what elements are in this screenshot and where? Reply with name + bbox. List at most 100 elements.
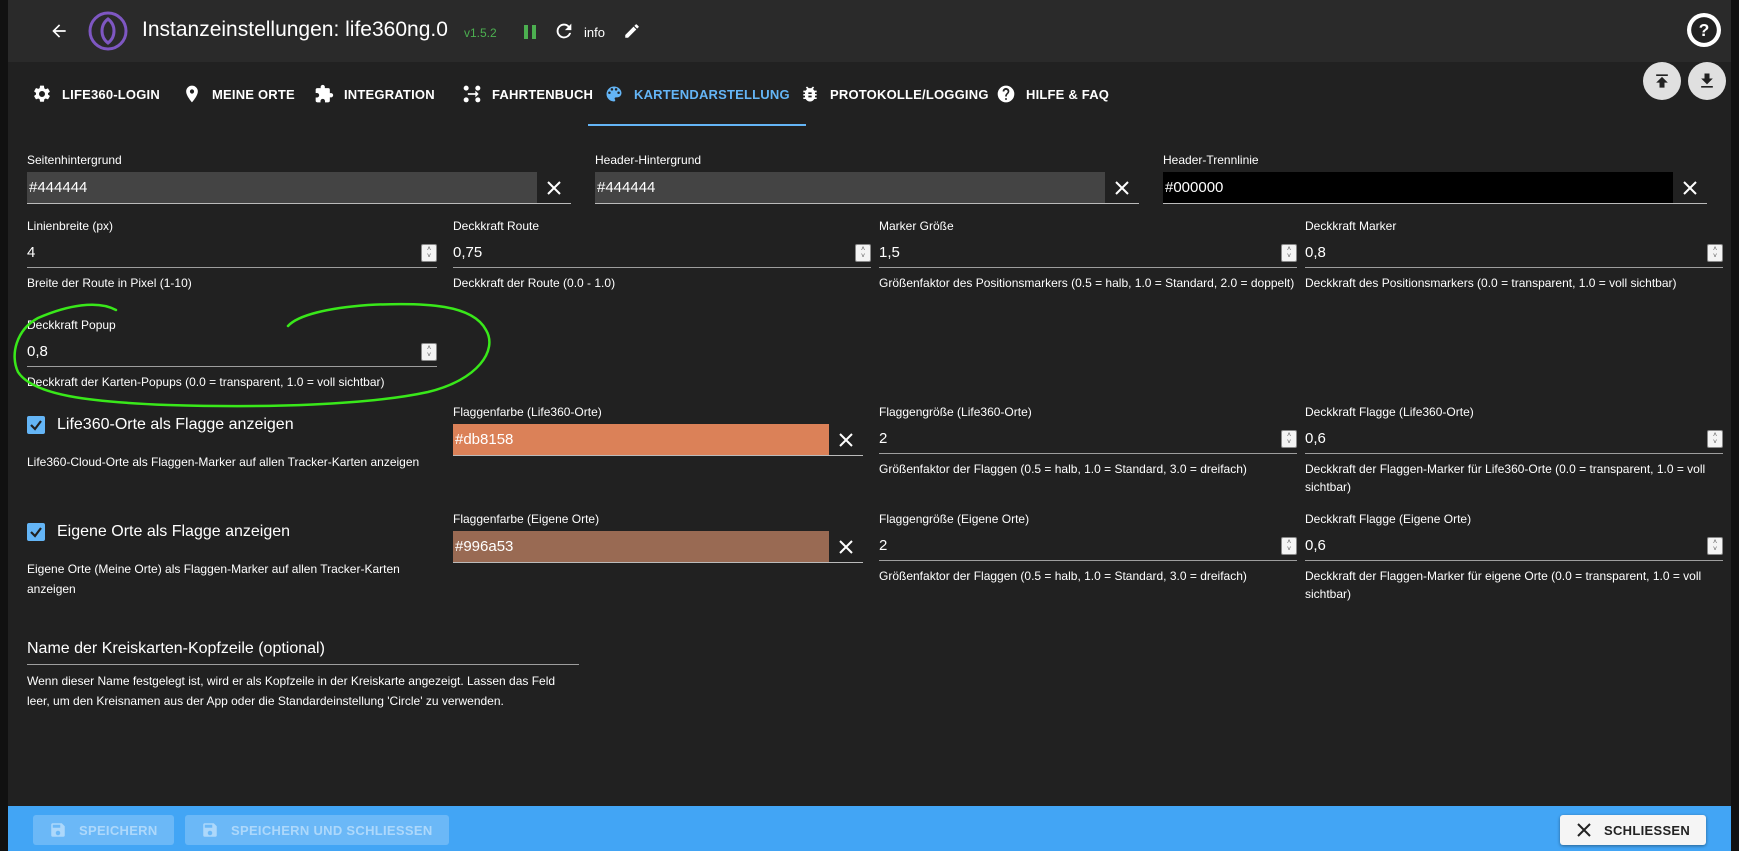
own-flag-color-input[interactable] (453, 531, 829, 563)
number-stepper[interactable]: ˄ ˅ (855, 243, 871, 262)
helper-text: Größenfaktor der Flaggen (0.5 = halb, 1.… (879, 569, 1247, 583)
tab-label: LIFE360-LOGIN (62, 86, 160, 102)
page-bg-input[interactable] (27, 172, 537, 204)
upload-config-button[interactable] (1643, 62, 1681, 100)
checkmark-icon (30, 420, 42, 431)
arrow-left-icon (52, 24, 66, 38)
number-stepper[interactable]: ˄ ˅ (1281, 429, 1297, 448)
marker-opacity-field: Deckkraft Marker ˄˅ Deckkraft des Positi… (1305, 218, 1723, 292)
route-icon (463, 85, 481, 103)
field-label: Deckkraft Flagge (Life360-Orte) (1305, 405, 1474, 419)
field-label: Flaggenfarbe (Life360-Orte) (453, 405, 602, 419)
help-button[interactable]: ? (1687, 13, 1721, 47)
back-button[interactable] (44, 16, 74, 46)
own-flag-size-field: Flaggengröße (Eigene Orte) ˄˅ Größenfakt… (879, 511, 1297, 585)
floppy-disk-icon (203, 823, 217, 837)
life360-flag-color-field: Flaggenfarbe (Life360-Orte) (453, 404, 863, 456)
tab-integration[interactable]: INTEGRATION (298, 62, 451, 126)
clear-button[interactable] (829, 531, 863, 563)
clear-button[interactable] (537, 172, 571, 204)
field-label: Header-Trennlinie (1163, 153, 1259, 167)
own-flag-opacity-input[interactable] (1305, 537, 1707, 554)
reload-button[interactable] (552, 19, 576, 43)
close-label: SCHLIESSEN (1604, 822, 1691, 838)
page-bg-field: Seitenhintergrund (27, 152, 571, 204)
life360-flag-size-field: Flaggengröße (Life360-Orte) ˄˅ Größenfak… (879, 404, 1297, 478)
field-label: Flaggenfarbe (Eigene Orte) (453, 512, 600, 526)
close-icon (839, 539, 853, 554)
download-config-button[interactable] (1688, 62, 1726, 100)
life360-places-checkbox[interactable] (27, 416, 45, 434)
help-circle-icon (997, 85, 1015, 103)
route-opacity-input[interactable] (453, 244, 855, 261)
edit-log-level-button[interactable] (621, 20, 643, 42)
tab-hilfe-faq[interactable]: HILFE & FAQ (980, 62, 1125, 126)
popup-opacity-input[interactable] (27, 343, 421, 360)
location-pin-icon (186, 85, 198, 103)
upload-icon (1656, 74, 1668, 88)
footer-bar: SPEICHERN SPEICHERN UND SCHLIESSEN SCHLI… (8, 806, 1731, 851)
tab-meine-orte[interactable]: MEINE ORTE (166, 62, 311, 126)
page-title: Instanzeinstellungen: life360ng.0 (142, 18, 448, 41)
line-width-input[interactable] (27, 244, 421, 261)
helper-text: Eigene Orte (Meine Orte) als Flaggen-Mar… (27, 562, 400, 596)
circle-header-input[interactable]: Name der Kreiskarten-Kopfzeile (optional… (27, 640, 579, 665)
clear-button[interactable] (1673, 172, 1707, 204)
palette-icon (606, 86, 622, 102)
circle-header-field[interactable]: Name der Kreiskarten-Kopfzeile (optional… (27, 640, 579, 711)
own-flag-size-input[interactable] (879, 537, 1281, 554)
number-stepper[interactable]: ˄ ˅ (1281, 243, 1297, 262)
line-width-field: Linienbreite (px) ˄˅ Breite der Route in… (27, 218, 437, 292)
tab-protokolle-logging[interactable]: PROTOKOLLE/LOGGING (784, 62, 1005, 126)
header-divider-input[interactable] (1163, 172, 1673, 204)
log-level-label: info (584, 25, 605, 40)
app-logo-icon (88, 11, 128, 51)
marker-opacity-input[interactable] (1305, 244, 1707, 261)
pause-button[interactable] (518, 20, 542, 44)
tab-bar: LIFE360-LOGIN MEINE ORTE INTEGRATION FAH… (8, 62, 1628, 126)
own-flag-color-field: Flaggenfarbe (Eigene Orte) (453, 511, 863, 563)
tab-label: MEINE ORTE (212, 86, 295, 102)
version-badge: v1.5.2 (464, 26, 497, 40)
checkbox-label: Eigene Orte als Flagge anzeigen (57, 523, 291, 540)
close-icon (839, 432, 853, 447)
life360-flag-size-input[interactable] (879, 430, 1281, 447)
tab-fahrtenbuch[interactable]: FAHRTENBUCH (446, 62, 609, 126)
question-circle-icon: ? (1691, 17, 1717, 43)
number-stepper[interactable]: ˄ ˅ (1707, 536, 1723, 555)
field-label: Flaggengröße (Eigene Orte) (879, 512, 1030, 526)
title-bar: Instanzeinstellungen: life360ng.0 v1.5.2… (8, 0, 1731, 62)
life360-places-toggle: Life360-Orte als Flagge anzeigen (27, 416, 294, 434)
number-stepper[interactable]: ˄ ˅ (1707, 429, 1723, 448)
header-bg-input[interactable] (595, 172, 1105, 204)
tab-kartendarstellung[interactable]: KARTENDARSTELLUNG (588, 62, 806, 126)
helper-text: Deckkraft der Karten-Popups (0.0 = trans… (27, 375, 385, 389)
save-label: SPEICHERN (79, 822, 158, 838)
close-button[interactable]: SCHLIESSEN (1560, 815, 1707, 845)
close-icon (1115, 180, 1129, 195)
helper-text: Deckkraft der Route (0.0 - 1.0) (453, 276, 616, 290)
tab-life360-login[interactable]: LIFE360-LOGIN (16, 62, 176, 126)
route-opacity-field: Deckkraft Route ˄˅ Deckkraft der Route (… (453, 218, 871, 292)
save-and-close-button[interactable]: SPEICHERN UND SCHLIESSEN (185, 815, 449, 845)
clear-button[interactable] (829, 424, 863, 456)
number-stepper[interactable]: ˄ ˅ (421, 342, 437, 361)
settings-dialog: Instanzeinstellungen: life360ng.0 v1.5.2… (8, 0, 1731, 851)
number-stepper[interactable]: ˄ ˅ (1707, 243, 1723, 262)
life360-flag-color-input[interactable] (453, 424, 829, 456)
clear-button[interactable] (1105, 172, 1139, 204)
field-label: Deckkraft Popup (27, 318, 116, 332)
field-label: Deckkraft Route (453, 219, 540, 233)
life360-flag-opacity-input[interactable] (1305, 430, 1707, 447)
marker-size-input[interactable] (879, 244, 1281, 261)
close-icon (1683, 180, 1697, 195)
number-stepper[interactable]: ˄ ˅ (1281, 536, 1297, 555)
save-and-close-label: SPEICHERN UND SCHLIESSEN (231, 822, 433, 838)
save-button[interactable]: SPEICHERN (33, 815, 174, 845)
number-stepper[interactable]: ˄ ˅ (421, 243, 437, 262)
helper-text: Größenfaktor der Flaggen (0.5 = halb, 1.… (879, 462, 1247, 476)
field-label: Linienbreite (px) (27, 219, 114, 233)
own-places-checkbox[interactable] (27, 523, 45, 541)
field-label: Flaggengröße (Life360-Orte) (879, 405, 1032, 419)
life360-flag-opacity-field: Deckkraft Flagge (Life360-Orte) ˄˅ Deckk… (1305, 404, 1723, 496)
